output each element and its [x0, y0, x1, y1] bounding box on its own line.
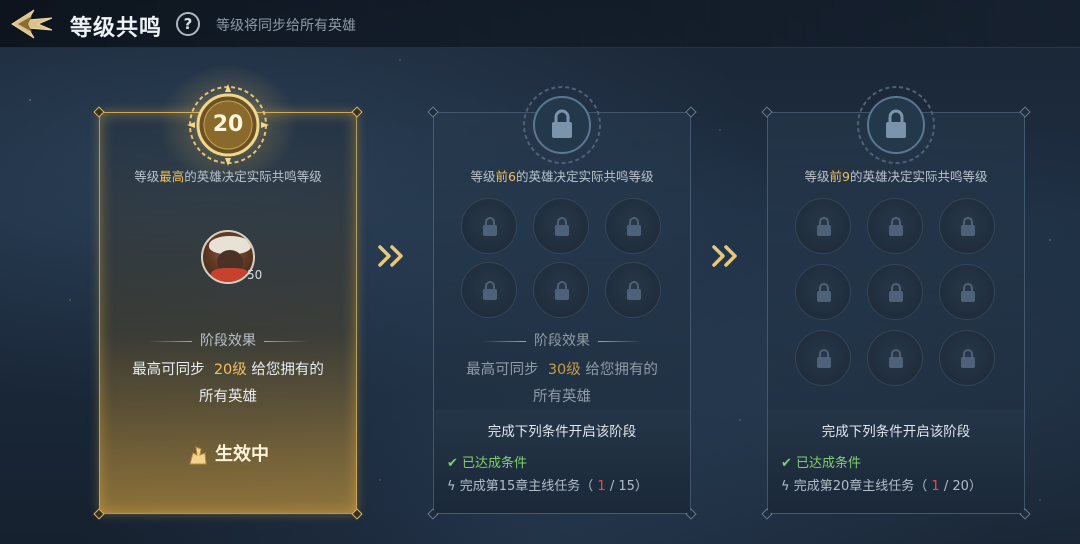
lightning-icon: ϟ: [447, 479, 456, 494]
top-bar: 等级共鸣 ? 等级将同步给所有英雄: [0, 0, 1080, 48]
requirement-met: ✔ 已达成条件: [781, 456, 862, 471]
active-status-icon: [189, 446, 207, 465]
effect-text-line2: 所有英雄: [533, 389, 591, 405]
locked-hero-slot: [939, 264, 995, 320]
locked-hero-slot: [795, 330, 851, 386]
lock-icon: [627, 217, 641, 236]
lock-icon: [889, 283, 903, 302]
locked-hero-slot: [533, 262, 589, 318]
page-subtitle: 等级将同步给所有英雄: [216, 18, 356, 34]
lock-icon: [961, 283, 975, 302]
requirement-title: 完成下列条件开启该阶段: [487, 424, 637, 440]
level-emblem: 20: [187, 84, 269, 166]
effect-text: 最高可同步 30级 给您拥有的: [466, 362, 658, 378]
locked-hero-slot: [867, 264, 923, 320]
effect-text-line2: 所有英雄: [199, 389, 257, 405]
double-chevron-right-icon: [712, 245, 737, 267]
locked-hero-slot: [605, 198, 661, 254]
help-button[interactable]: ?: [176, 12, 200, 36]
lock-emblem-icon: [523, 86, 601, 164]
double-chevron-right-icon: [378, 245, 403, 267]
lock-icon: [817, 217, 831, 236]
requirement-title: 完成下列条件开启该阶段: [821, 424, 971, 440]
locked-emblem: [521, 84, 603, 166]
page-title: 等级共鸣: [70, 16, 163, 41]
stage-condition: 等级前6的英雄决定实际共鸣等级: [470, 169, 654, 184]
stage-card-2[interactable]: 等级前6的英雄决定实际共鸣等级 阶段效果 最高可同步 30级 给您拥有的 所有英…: [427, 86, 697, 520]
lock-icon: [483, 217, 497, 236]
back-arrow-icon: [11, 9, 53, 39]
lock-icon: [817, 349, 831, 368]
phase-effect-title: 阶段效果: [99, 330, 357, 350]
lock-icon: [961, 349, 975, 368]
hero-level: 50: [247, 268, 263, 282]
effect-text: 最高可同步 20级 给您拥有的: [132, 362, 324, 378]
resonance-level: 20: [212, 112, 244, 137]
locked-hero-slot: [533, 198, 589, 254]
locked-hero-slot: [461, 262, 517, 318]
locked-hero-slot: [867, 330, 923, 386]
lock-icon: [555, 217, 569, 236]
phase-effect-title: 阶段效果: [433, 330, 691, 350]
locked-hero-slot: [939, 330, 995, 386]
check-icon: ✔: [447, 456, 458, 471]
requirement-met: ✔ 已达成条件: [447, 456, 528, 471]
lock-icon: [555, 281, 569, 300]
locked-hero-slot: [795, 198, 851, 254]
locked-hero-slot: [939, 198, 995, 254]
lock-icon: [889, 217, 903, 236]
lock-icon: [817, 283, 831, 302]
progress-current: 1: [931, 479, 940, 494]
divider: [482, 340, 526, 342]
lock-icon: [961, 217, 975, 236]
divider: [598, 340, 642, 342]
stage-card-3[interactable]: 等级前9的英雄决定实际共鸣等级 完成下列条件开启该阶段 ✔ 已达成条件 ϟ 完成…: [761, 86, 1031, 520]
locked-hero-slot: [461, 198, 517, 254]
check-icon: ✔: [781, 456, 792, 471]
lock-icon: [889, 349, 903, 368]
lock-icon: [483, 281, 497, 300]
locked-emblem: [855, 84, 937, 166]
progress-total: 20: [952, 479, 969, 494]
divider: [264, 340, 308, 342]
locked-hero-slot: [795, 264, 851, 320]
divider: [148, 340, 192, 342]
lightning-icon: ϟ: [781, 479, 790, 494]
stage-condition: 等级最高的英雄决定实际共鸣等级: [134, 169, 322, 184]
lock-icon: [627, 281, 641, 300]
back-button[interactable]: [8, 6, 56, 42]
hero-scarf: [211, 268, 249, 282]
stage-condition: 等级前9的英雄决定实际共鸣等级: [804, 169, 988, 184]
requirement-task: ϟ 完成第15章主线任务（ 1 / 15）: [447, 479, 648, 494]
locked-hero-slot: [867, 198, 923, 254]
progress-total: 15: [618, 479, 635, 494]
progress-current: 1: [597, 479, 606, 494]
locked-hero-slot: [605, 262, 661, 318]
requirement-task: ϟ 完成第20章主线任务（ 1 / 20）: [781, 479, 982, 494]
lock-emblem-icon: [857, 86, 935, 164]
active-status: 生效中: [99, 440, 357, 466]
stage-card-1[interactable]: 20 等级最高的英雄决定实际共鸣等级 50 阶段效果 最高可同步 20级 给您拥…: [93, 64, 363, 520]
